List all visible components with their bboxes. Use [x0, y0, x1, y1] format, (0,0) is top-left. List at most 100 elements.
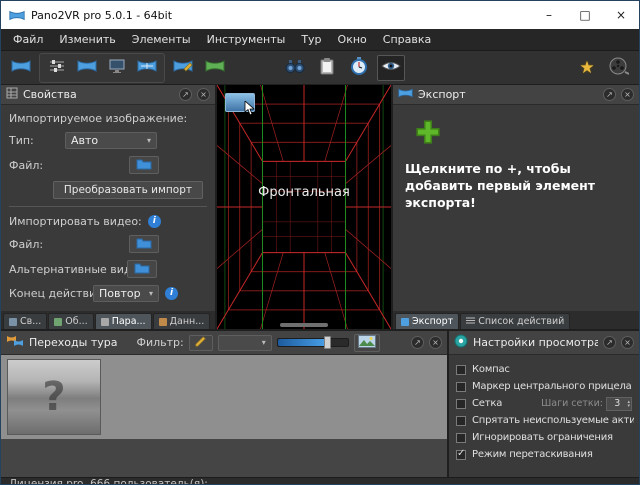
- edit-panorama-button[interactable]: [169, 55, 197, 81]
- slider-handle[interactable]: [323, 336, 331, 349]
- filter-select[interactable]: ▾: [217, 334, 272, 351]
- find-button[interactable]: [281, 55, 309, 81]
- wizard-button[interactable]: ★: [573, 55, 601, 81]
- tab-data[interactable]: Данн...: [152, 313, 211, 329]
- info-icon[interactable]: i: [147, 215, 161, 228]
- panorama-viewer[interactable]: Фронтальная: [217, 85, 391, 329]
- menu-item-edit[interactable]: Изменить: [51, 29, 123, 50]
- checkbox[interactable]: [456, 364, 466, 375]
- undock-panel-button[interactable]: ↗: [603, 88, 616, 101]
- export-panel: Экспорт ↗ × Щелкните по +, чтобы добавит…: [393, 85, 639, 329]
- tab-object[interactable]: Об...: [48, 313, 94, 329]
- end-action-value: Повтор: [99, 287, 141, 300]
- tab-properties[interactable]: Св...: [3, 313, 48, 329]
- preview-image-button[interactable]: [353, 333, 380, 352]
- view-settings-panel: Настройки просмотра ↗ × Компас Маркер це…: [449, 331, 639, 477]
- option-label: Игнорировать ограничения: [472, 432, 613, 443]
- list-icon: [466, 316, 476, 328]
- chevron-down-icon: ▾: [148, 289, 153, 298]
- viewer-scrollbar[interactable]: [280, 323, 328, 327]
- add-export-button[interactable]: [415, 119, 441, 145]
- panorama-list-item[interactable]: ?: [7, 359, 101, 435]
- panorama-icon: [11, 58, 31, 77]
- transform-button[interactable]: [201, 55, 229, 81]
- browse-file-button[interactable]: [129, 156, 159, 174]
- eye-icon: [381, 59, 401, 76]
- export-content: Щелкните по +, чтобы добавить первый эле…: [393, 105, 639, 311]
- filter-edit-button[interactable]: [188, 334, 213, 351]
- type-select[interactable]: Авто ▾: [65, 132, 157, 149]
- minimize-button[interactable]: –: [531, 1, 567, 29]
- patch-button[interactable]: [133, 55, 161, 81]
- option-center-marker[interactable]: Маркер центрального прицела: [456, 378, 634, 395]
- menu-item-help[interactable]: Справка: [375, 29, 439, 50]
- close-panel-button[interactable]: ×: [197, 88, 210, 101]
- animation-editor-button[interactable]: [605, 55, 633, 81]
- panorama-button[interactable]: [73, 55, 101, 81]
- spin-down-icon[interactable]: ▾: [627, 403, 630, 408]
- option-drag-mode[interactable]: Режим перетаскивания: [456, 446, 634, 463]
- checkbox[interactable]: [456, 448, 466, 460]
- properties-button[interactable]: [43, 55, 71, 81]
- filter-label: Фильтр:: [136, 336, 184, 349]
- file-label: Файл:: [9, 158, 44, 172]
- chevron-down-icon: ▾: [261, 338, 266, 347]
- menu-item-file[interactable]: Файл: [5, 29, 51, 50]
- panel-title: Переходы тура: [29, 336, 118, 349]
- preview-button[interactable]: [377, 54, 405, 81]
- undock-panel-button[interactable]: ↗: [603, 336, 616, 349]
- option-label: Компас: [472, 364, 510, 375]
- browse-alt-video-button[interactable]: [127, 260, 157, 278]
- view-settings-icon: [454, 334, 468, 351]
- close-panel-button[interactable]: ×: [621, 336, 634, 349]
- info-icon[interactable]: i: [165, 287, 178, 300]
- status-bar: Лицензия pro, 666 пользователь(я):: [1, 477, 639, 485]
- grid-steps-spinner[interactable]: 3 ▴ ▾: [606, 396, 632, 411]
- checkbox[interactable]: [456, 381, 466, 392]
- folder-icon: [136, 158, 152, 173]
- tab-action-list[interactable]: Список действий: [460, 313, 571, 329]
- checkbox[interactable]: [456, 432, 466, 443]
- clipboard-button[interactable]: [313, 55, 341, 81]
- close-panel-button[interactable]: ×: [621, 88, 634, 101]
- output-button[interactable]: [103, 55, 131, 81]
- option-ignore-limits[interactable]: Игнорировать ограничения: [456, 429, 634, 446]
- undock-panel-button[interactable]: ↗: [179, 88, 192, 101]
- panel-toggle-group: [39, 52, 165, 83]
- menu-item-window[interactable]: Окно: [330, 29, 375, 50]
- end-action-select[interactable]: Повтор ▾: [93, 285, 159, 302]
- close-panel-button[interactable]: ×: [429, 336, 442, 349]
- undock-panel-button[interactable]: ↗: [411, 336, 424, 349]
- tab-icon: [401, 317, 409, 326]
- monitor-icon: [108, 58, 126, 77]
- menu-item-tools[interactable]: Инструменты: [199, 29, 294, 50]
- video-file-label: Файл:: [9, 237, 44, 251]
- maximize-button[interactable]: □: [567, 1, 603, 29]
- tab-icon: [54, 317, 63, 326]
- close-button[interactable]: ×: [603, 1, 639, 29]
- tab-export[interactable]: Экспорт: [395, 313, 460, 329]
- option-hide-unused-hotspots[interactable]: Спрятать неиспользуемые активные зоны: [456, 412, 634, 429]
- option-compass[interactable]: Компас: [456, 361, 634, 378]
- menu-item-tour[interactable]: Тур: [293, 29, 329, 50]
- tab-label: Св...: [20, 316, 42, 327]
- browse-video-button[interactable]: [129, 235, 159, 253]
- thumbnail-size-slider[interactable]: [276, 336, 349, 349]
- clipboard-icon: [319, 57, 335, 78]
- properties-tab-bar: Св... Об... Пара... Данн...: [1, 311, 215, 329]
- tab-parameters[interactable]: Пара...: [94, 313, 152, 329]
- checkbox[interactable]: [456, 398, 466, 409]
- export-empty-message: Щелкните по +, чтобы добавить первый эле…: [405, 161, 596, 210]
- timer-button[interactable]: [345, 55, 373, 81]
- pencil-icon: [194, 335, 207, 351]
- input-panorama-button[interactable]: [7, 55, 35, 81]
- slider-fill: [277, 339, 327, 346]
- option-label: Маркер центрального прицела: [472, 381, 632, 392]
- convert-import-button[interactable]: Преобразовать импорт: [52, 181, 203, 199]
- license-status: Лицензия pro, 666 пользователь(я):: [9, 478, 208, 485]
- tab-label: Об...: [65, 316, 88, 327]
- option-grid[interactable]: Сетка Шаги сетки: 3 ▴ ▾: [456, 395, 634, 412]
- menu-item-elements[interactable]: Элементы: [124, 29, 199, 50]
- checkbox[interactable]: [456, 415, 466, 426]
- type-value: Авто: [71, 134, 99, 147]
